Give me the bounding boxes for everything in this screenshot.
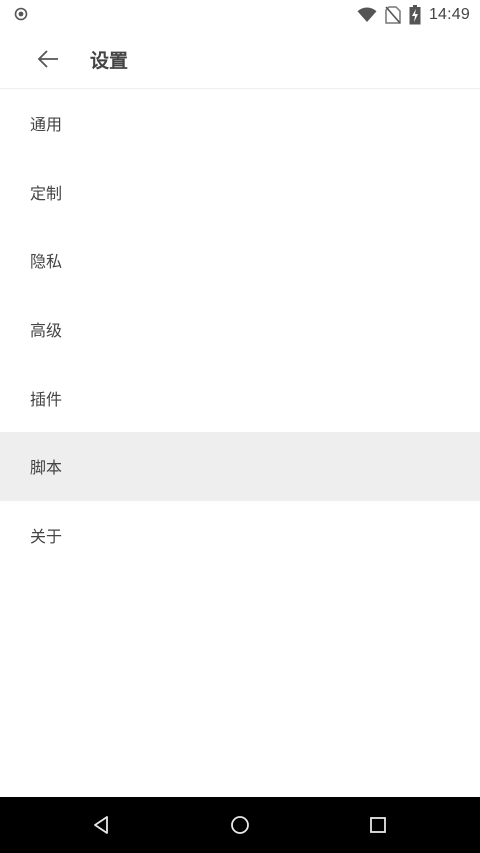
- menu-item-plugins[interactable]: 插件: [0, 363, 480, 432]
- recents-square-icon: [370, 817, 386, 833]
- menu-item-customize[interactable]: 定制: [0, 158, 480, 227]
- menu-item-about[interactable]: 关于: [0, 501, 480, 570]
- wifi-icon: [357, 7, 377, 23]
- menu-item-label: 通用: [30, 115, 63, 135]
- back-button[interactable]: [24, 36, 72, 82]
- status-time: 14:49: [428, 6, 470, 23]
- page-title: 设置: [90, 50, 129, 72]
- status-bar: 14:49: [0, 0, 480, 30]
- menu-item-privacy[interactable]: 隐私: [0, 226, 480, 295]
- menu-item-general[interactable]: 通用: [0, 89, 480, 158]
- nav-recents-button[interactable]: [358, 807, 398, 843]
- menu-item-scripts[interactable]: 脚本: [0, 431, 480, 501]
- app-bar: 设置: [0, 30, 480, 89]
- battery-charging-icon: [409, 5, 421, 25]
- status-icons: 14:49: [357, 4, 470, 26]
- no-sim-icon: [385, 6, 401, 24]
- menu-item-label: 高级: [30, 321, 63, 341]
- nav-home-button[interactable]: [220, 807, 260, 843]
- system-nav-bar: [0, 797, 480, 853]
- menu-item-label: 隐私: [30, 252, 63, 272]
- menu-item-label: 定制: [30, 183, 63, 203]
- arrow-left-icon: [37, 50, 58, 68]
- menu-item-label: 脚本: [30, 458, 63, 478]
- settings-menu: 通用 定制 隐私 高级 插件 脚本 关于: [0, 89, 480, 569]
- menu-item-label: 插件: [30, 389, 63, 409]
- home-circle-icon: [231, 816, 249, 834]
- record-icon: [14, 7, 28, 21]
- menu-item-advanced[interactable]: 高级: [0, 295, 480, 364]
- nav-back-button[interactable]: [81, 807, 121, 843]
- menu-item-label: 关于: [30, 526, 63, 546]
- back-triangle-icon: [94, 816, 108, 834]
